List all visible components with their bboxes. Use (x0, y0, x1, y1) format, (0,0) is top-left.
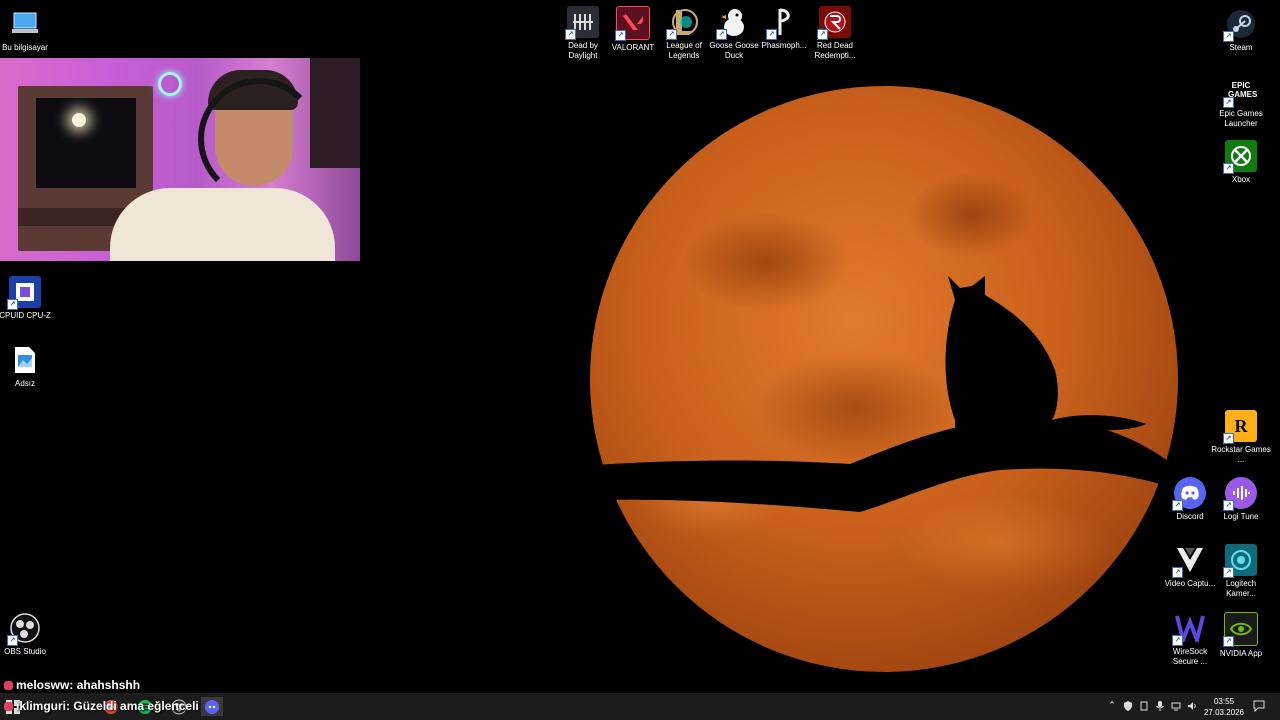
computer-icon (9, 8, 41, 40)
desktop-icon-red-dead-redemption[interactable]: ↗ Red Dead Redempti... (805, 6, 865, 61)
desktop-icon-label: Rockstar Games ... (1211, 445, 1271, 464)
desktop-icon-nvidia-app[interactable]: ↗ NVIDIA App (1211, 612, 1271, 659)
desktop-icon-steam[interactable]: ↗ Steam (1211, 8, 1271, 53)
desktop-icon-label: OBS Studio (4, 647, 46, 656)
desktop: Bu bilgisayar ↗ CPUID CPU-Z Adsız ↗ OBS … (0, 0, 1280, 693)
desktop-icon-label: Epic Games Launcher (1219, 109, 1263, 128)
desktop-icon-logitech-camera[interactable]: ↗ Logitech Kamer... (1211, 544, 1271, 599)
desktop-icon-label: CPUID CPU-Z (0, 311, 51, 320)
wiresock-icon: ↗ (1172, 612, 1206, 646)
headset (198, 78, 320, 200)
steam-icon: ↗ (1223, 8, 1257, 42)
volume-icon[interactable] (1187, 701, 1197, 711)
obs-icon: ↗ (7, 612, 41, 646)
desktop-icon-adsiz[interactable]: Adsız (0, 344, 55, 389)
chat-badge-icon (4, 681, 13, 691)
taskbar: iklimguri: Güzeldi ama eğlenceli ⌃ 03:55… (0, 693, 1280, 720)
taskbar-clock[interactable]: 03:55 27.03.2026 (1198, 696, 1250, 718)
desktop-icon-label: Xbox (1231, 175, 1251, 184)
chat-username: iklimguri (16, 699, 67, 713)
logitech-camera-icon: ↗ (1223, 544, 1257, 578)
desktop-icon-label: Steam (1229, 43, 1253, 52)
desktop-icon-label: Bu bilgisayar (2, 43, 48, 52)
desktop-icon-epic-games[interactable]: EPIC GAMES ↗ Epic Games Launcher (1211, 74, 1271, 129)
desktop-icon-xbox[interactable]: ↗ Xbox (1211, 140, 1271, 185)
webcam-tv (36, 98, 136, 188)
desktop-icon-rockstar[interactable]: R ↗ Rockstar Games ... (1211, 410, 1271, 465)
desktop-icon-cpu-z[interactable]: ↗ CPUID CPU-Z (0, 276, 55, 321)
logi-tune-icon: ↗ (1223, 477, 1257, 511)
rockstar-logo: R (1234, 415, 1248, 436)
chat-message: melosww: ahahshshh (4, 678, 140, 692)
desktop-icon-label: NVIDIA App (1219, 649, 1263, 658)
microphone-icon[interactable] (1155, 701, 1165, 711)
valorant-icon: ↗ (615, 6, 650, 41)
cpuz-icon: ↗ (7, 276, 41, 310)
streamer-shirt (110, 188, 335, 261)
chat-badge-icon (4, 702, 13, 712)
discord-icon: ↗ (1172, 477, 1206, 511)
desktop-icon-label: Logitech Kamer... (1225, 579, 1257, 598)
xbox-icon: ↗ (1223, 140, 1257, 174)
usb-icon[interactable] (1139, 701, 1149, 711)
phasmophobia-icon: ↗ (766, 6, 800, 40)
clock-date: 27.03.2026 (1203, 708, 1245, 717)
chat-text: Güzeldi ama eğlenceli (73, 699, 199, 713)
desktop-icon-this-pc[interactable]: Bu bilgisayar (0, 8, 55, 53)
chat-message: iklimguri: Güzeldi ama eğlenceli (4, 699, 199, 713)
webcam-overlay (0, 58, 360, 261)
clock-time: 03:55 (1213, 697, 1235, 706)
desktop-icon-logi-tune[interactable]: ↗ Logi Tune (1211, 477, 1271, 522)
chevron-up-icon[interactable]: ⌃ (1107, 701, 1117, 711)
nvidia-icon: ↗ (1223, 612, 1258, 647)
taskbar-app-discord[interactable] (201, 697, 223, 716)
discord-taskbar-icon (205, 699, 219, 714)
desktop-icon-obs[interactable]: ↗ OBS Studio (0, 612, 55, 657)
webcam-light (72, 113, 86, 127)
security-icon[interactable] (1123, 701, 1133, 711)
video-capture-icon: ↗ (1172, 544, 1206, 578)
red-dead-redemption-icon: ↗ (817, 6, 851, 40)
league-of-legends-icon: ↗ (666, 6, 700, 40)
rockstar-icon: R ↗ (1223, 410, 1257, 444)
network-icon[interactable] (1171, 701, 1181, 711)
epic-games-icon: EPIC GAMES ↗ (1223, 74, 1257, 108)
goose-goose-duck-icon: ↗ (716, 6, 750, 40)
desktop-icon-label: Logi Tune (1223, 512, 1259, 521)
webcam-neon-sign (158, 72, 182, 96)
chat-text: ahahshshh (76, 678, 141, 692)
dead-by-daylight-icon: ↗ (565, 6, 599, 40)
desktop-icon-label: Red Dead Redempti... (814, 41, 856, 60)
notification-icon[interactable] (1253, 700, 1265, 713)
desktop-icon-label: Adsız (14, 379, 35, 388)
image-file-icon (9, 344, 41, 376)
chat-username: melosww (16, 678, 70, 692)
